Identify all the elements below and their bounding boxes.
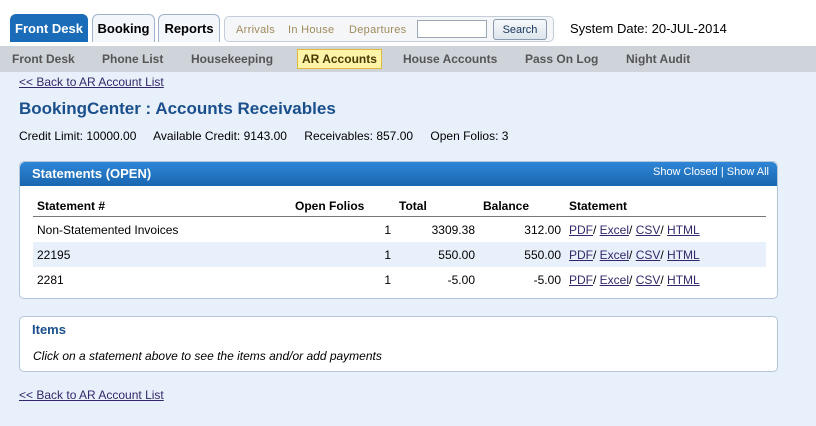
items-message: Click on a statement above to see the it…: [33, 349, 382, 363]
csv-link[interactable]: CSV: [636, 248, 661, 262]
csv-link[interactable]: CSV: [636, 223, 661, 237]
pdf-link[interactable]: PDF: [569, 223, 593, 237]
statements-table: Statement # Open Folios Total Balance St…: [33, 196, 766, 292]
statements-panel-header: Statements (OPEN) Show Closed | Show All: [20, 162, 777, 186]
total-cell: 550.00: [395, 242, 479, 267]
search-button[interactable]: Search: [493, 19, 547, 40]
receivables: Receivables: 857.00: [304, 129, 414, 143]
subnav-phone-list[interactable]: Phone List: [102, 46, 163, 72]
balance-cell: 312.00: [524, 222, 561, 237]
items-panel: Items Click on a statement above to see …: [19, 316, 778, 372]
pdf-link[interactable]: PDF: [569, 248, 593, 262]
quick-link-arrivals[interactable]: Arrivals: [236, 17, 275, 43]
excel-link[interactable]: Excel: [600, 223, 629, 237]
excel-link[interactable]: Excel: [600, 273, 629, 287]
open-folios-cell: 1: [384, 272, 391, 287]
top-bar: Front Desk Booking Reports Arrivals In H…: [0, 0, 816, 46]
open-folios: Open Folios: 3: [430, 129, 509, 143]
table-header-row: Statement # Open Folios Total Balance St…: [33, 196, 766, 217]
col-statement-number: Statement #: [33, 196, 291, 217]
tab-front-desk[interactable]: Front Desk: [10, 14, 88, 42]
available-credit: Available Credit: 9143.00: [153, 129, 287, 143]
col-balance: Balance: [479, 196, 565, 217]
subnav-ar-accounts[interactable]: AR Accounts: [297, 49, 382, 69]
subnav-pass-on-log[interactable]: Pass On Log: [525, 46, 598, 72]
statements-filter-links: Show Closed | Show All: [653, 162, 769, 182]
export-links: PDF/ Excel/ CSV/ HTML: [569, 272, 700, 287]
export-links: PDF/ Excel/ CSV/ HTML: [569, 222, 700, 237]
html-link[interactable]: HTML: [667, 248, 700, 262]
filter-separator: |: [720, 166, 724, 178]
show-closed-link[interactable]: Show Closed: [653, 166, 718, 178]
subnav-house-accounts[interactable]: House Accounts: [403, 46, 497, 72]
search-input[interactable]: [417, 20, 487, 38]
show-all-link[interactable]: Show All: [727, 166, 769, 178]
balance-cell: -5.00: [533, 272, 561, 287]
subnav-night-audit[interactable]: Night Audit: [626, 46, 690, 72]
col-open-folios: Open Folios: [291, 196, 395, 217]
back-to-ar-list-link-top[interactable]: << Back to AR Account List: [19, 75, 164, 89]
credit-limit: Credit Limit: 10000.00: [19, 129, 137, 143]
statement-number[interactable]: 2281: [33, 267, 291, 292]
page-title: BookingCenter : Accounts Receivables: [19, 99, 336, 118]
table-row[interactable]: Non-Statemented Invoices 1 3309.38 312.0…: [33, 217, 766, 243]
export-links: PDF/ Excel/ CSV/ HTML: [565, 242, 766, 267]
tab-booking[interactable]: Booking: [92, 14, 155, 42]
back-to-ar-list-link-bottom[interactable]: << Back to AR Account List: [19, 388, 164, 402]
total-cell: 3309.38: [431, 222, 475, 237]
items-title: Items: [32, 322, 66, 337]
sub-nav: Front Desk Phone List Housekeeping AR Ac…: [0, 46, 816, 72]
system-date: System Date: 20-JUL-2014: [570, 21, 727, 36]
statements-title: Statements (OPEN): [32, 166, 152, 181]
open-folios-cell: 1: [384, 222, 391, 237]
csv-link[interactable]: CSV: [636, 273, 661, 287]
col-statement: Statement: [565, 196, 766, 217]
col-total: Total: [395, 196, 479, 217]
tab-reports[interactable]: Reports: [158, 14, 220, 42]
open-folios-cell: 1: [291, 242, 395, 267]
pdf-link[interactable]: PDF: [569, 273, 593, 287]
subnav-housekeeping[interactable]: Housekeeping: [191, 46, 273, 72]
html-link[interactable]: HTML: [667, 273, 700, 287]
excel-link[interactable]: Excel: [600, 248, 629, 262]
account-summary: Credit Limit: 10000.00 Available Credit:…: [19, 129, 522, 143]
table-row[interactable]: 22195 1 550.00 550.00 PDF/ Excel/ CSV/ H…: [33, 242, 766, 267]
statement-number[interactable]: Non-Statemented Invoices: [33, 217, 291, 243]
quick-link-in-house[interactable]: In House: [288, 17, 334, 43]
statements-panel: Statements (OPEN) Show Closed | Show All…: [19, 161, 778, 299]
table-row[interactable]: 2281 1 -5.00 -5.00 PDF/ Excel/ CSV/ HTML: [33, 267, 766, 292]
quick-link-departures[interactable]: Departures: [349, 17, 406, 43]
html-link[interactable]: HTML: [667, 223, 700, 237]
balance-cell: 550.00: [479, 242, 565, 267]
total-cell: -5.00: [447, 272, 475, 287]
statement-number[interactable]: 22195: [33, 242, 291, 267]
subnav-front-desk[interactable]: Front Desk: [12, 46, 75, 72]
